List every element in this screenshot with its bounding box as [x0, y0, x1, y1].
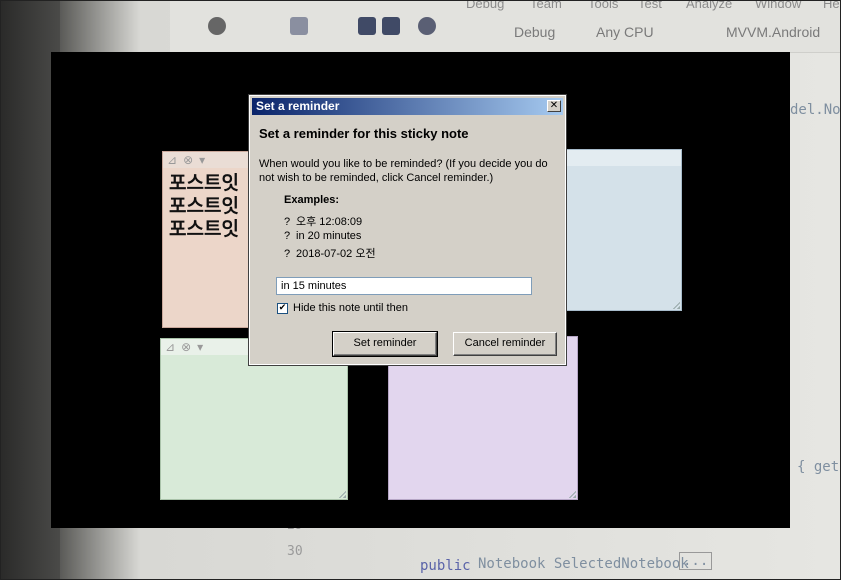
- close-circle-icon[interactable]: ⊗: [183, 153, 199, 167]
- note-toolbar-icons: ⊿⊗▾: [165, 341, 209, 353]
- note-line: 포스트잇: [169, 195, 239, 217]
- bullet: ?: [284, 248, 291, 260]
- pin-icon[interactable]: ⊿: [167, 153, 183, 167]
- dropdown-arrow-icon[interactable]: ▾: [197, 340, 209, 354]
- cancel-reminder-button[interactable]: Cancel reminder: [453, 332, 557, 356]
- example-item: ? 2018-07-02 오전: [284, 245, 376, 261]
- dropdown-arrow-icon[interactable]: ▾: [199, 153, 211, 167]
- examples-title: Examples:: [284, 194, 340, 206]
- hide-note-label[interactable]: Hide this note until then: [293, 302, 408, 314]
- set-reminder-button[interactable]: Set reminder: [332, 331, 438, 357]
- example-text: in 20 minutes: [296, 230, 362, 242]
- hide-note-checkbox[interactable]: ✔: [277, 303, 288, 314]
- resize-grip-icon[interactable]: [568, 490, 576, 498]
- example-text: 2018-07-02 오전: [296, 248, 376, 260]
- note-line: 포스트잇: [169, 218, 239, 240]
- close-circle-icon[interactable]: ⊗: [181, 340, 197, 354]
- dialog-title: Set a reminder: [256, 99, 340, 113]
- sticky-note-blue[interactable]: [548, 149, 682, 311]
- bullet: ?: [284, 230, 291, 242]
- reminder-time-input[interactable]: [276, 277, 532, 295]
- dialog-titlebar[interactable]: Set a reminder ✕: [252, 98, 563, 115]
- close-icon[interactable]: ✕: [547, 100, 561, 112]
- dialog-heading: Set a reminder for this sticky note: [259, 126, 469, 141]
- example-item: ? in 20 minutes: [284, 230, 361, 242]
- reminder-dialog: Set a reminder ✕ Set a reminder for this…: [248, 94, 567, 366]
- note-line: 포스트잇: [169, 172, 239, 194]
- note-toolbar[interactable]: [549, 150, 681, 166]
- dialog-description: When would you like to be reminded? (If …: [259, 158, 548, 184]
- pin-icon[interactable]: ⊿: [165, 340, 181, 354]
- resize-grip-icon[interactable]: [338, 490, 346, 498]
- note-toolbar-icons: ⊿⊗▾: [167, 154, 211, 166]
- example-item: ? 오후 12:08:09: [284, 213, 362, 229]
- resize-grip-icon[interactable]: [672, 301, 680, 309]
- note-text[interactable]: 포스트잇 포스트잇 포스트잇: [169, 172, 239, 241]
- example-text: 오후 12:08:09: [296, 216, 363, 228]
- bullet: ?: [284, 216, 291, 228]
